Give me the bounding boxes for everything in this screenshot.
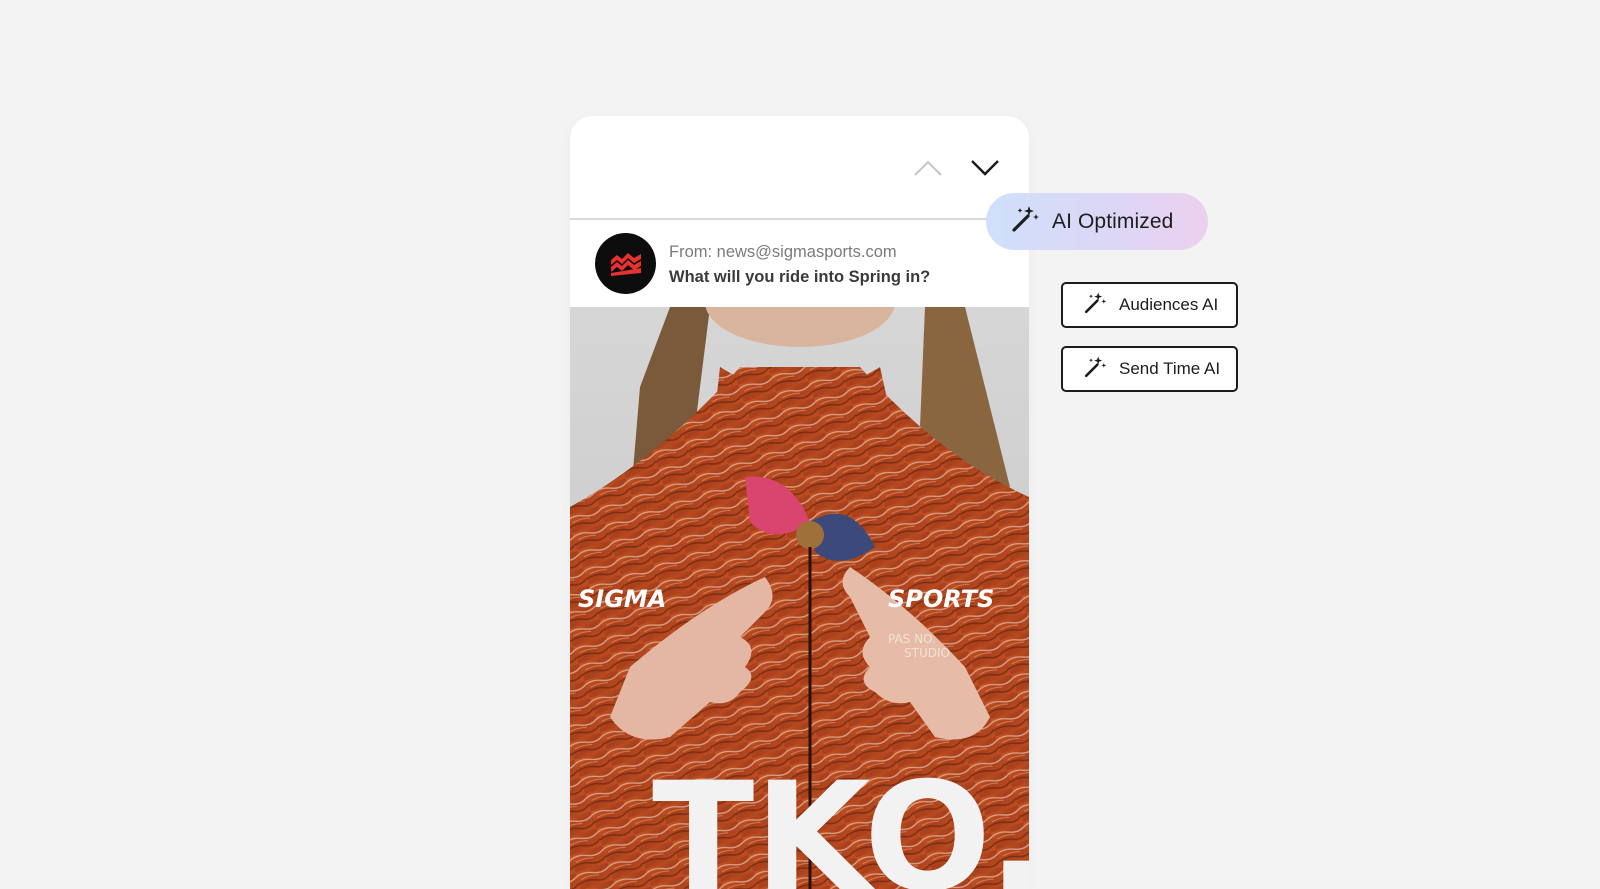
phone-toolbar (570, 116, 1029, 220)
audiences-ai-label: Audiences AI (1119, 295, 1219, 314)
stage: From: news@sigmasports.com What will you… (0, 0, 1600, 889)
sigma-sports-logo (595, 233, 656, 294)
send-time-ai-button[interactable]: Send Time AI (1061, 346, 1238, 392)
magic-wand-icon (1010, 204, 1040, 239)
brand-sigma: SIGMA (578, 585, 666, 613)
jersey-print-text: TKO. (652, 751, 1029, 889)
brand-sports: SPORTS (888, 585, 994, 613)
email-from: From: news@sigmasports.com (669, 243, 897, 261)
jersey-label-2: STUDIO (904, 646, 950, 660)
magic-wand-icon (1083, 355, 1107, 384)
email-subject: What will you ride into Spring in? (669, 268, 931, 286)
phone-email-preview: From: news@sigmasports.com What will you… (570, 116, 1029, 889)
email-header[interactable]: From: news@sigmasports.com What will you… (570, 220, 1029, 306)
chevron-down-icon[interactable] (968, 156, 1002, 180)
hero-image: TKO. SIGMA SPORTS PAS NO. STUDIO (570, 307, 1029, 889)
send-time-ai-label: Send Time AI (1119, 359, 1221, 378)
magic-wand-icon (1083, 291, 1107, 320)
ai-optimized-label: AI Optimized (1052, 209, 1174, 233)
ai-optimized-badge: AI Optimized (986, 193, 1208, 250)
audiences-ai-button[interactable]: Audiences AI (1061, 282, 1238, 328)
jersey-label-1: PAS NO. (888, 632, 936, 646)
chevron-up-icon[interactable] (911, 156, 945, 180)
